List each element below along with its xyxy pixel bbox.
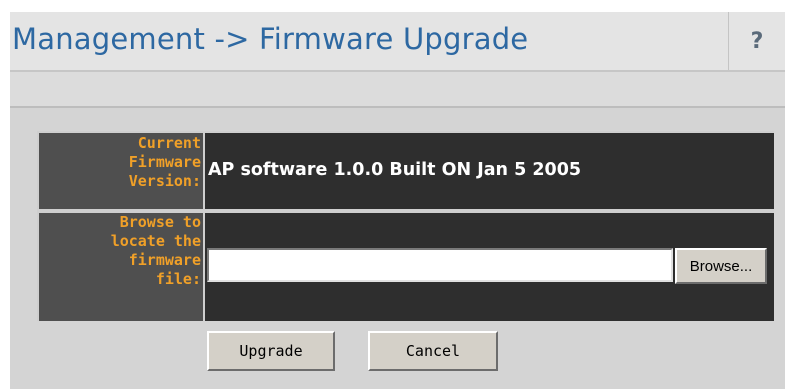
- label-line: Browse to: [119, 213, 201, 231]
- label-line: file:: [155, 270, 201, 288]
- firmware-form-table: Current Firmware Version: AP software 1.…: [37, 131, 774, 321]
- band-rule: [10, 106, 785, 108]
- cancel-button[interactable]: Cancel: [368, 331, 498, 371]
- browse-file-label: Browse to locate the firmware file:: [39, 213, 203, 321]
- management-frame: Management -> Firmware Upgrade ? Current…: [10, 12, 785, 389]
- sub-header-band: [10, 72, 785, 106]
- upgrade-button[interactable]: Upgrade: [207, 331, 335, 371]
- help-icon: ?: [750, 28, 764, 54]
- help-button[interactable]: ?: [729, 12, 785, 70]
- label-line: Current: [137, 134, 201, 152]
- label-line: Firmware: [128, 153, 201, 171]
- current-version-value: AP software 1.0.0 Built ON Jan 5 2005: [208, 160, 582, 180]
- firmware-file-input[interactable]: [207, 248, 673, 282]
- file-input-cell: Browse...: [205, 213, 774, 321]
- current-version-label: Current Firmware Version:: [39, 133, 203, 209]
- label-line: firmware: [128, 251, 201, 269]
- label-line: Version:: [128, 172, 201, 190]
- page-title: Management -> Firmware Upgrade: [12, 22, 529, 56]
- label-line: locate the: [110, 232, 201, 250]
- page-header: Management -> Firmware Upgrade ?: [10, 12, 785, 70]
- browse-button[interactable]: Browse...: [675, 248, 767, 284]
- current-version-cell: AP software 1.0.0 Built ON Jan 5 2005: [205, 133, 774, 209]
